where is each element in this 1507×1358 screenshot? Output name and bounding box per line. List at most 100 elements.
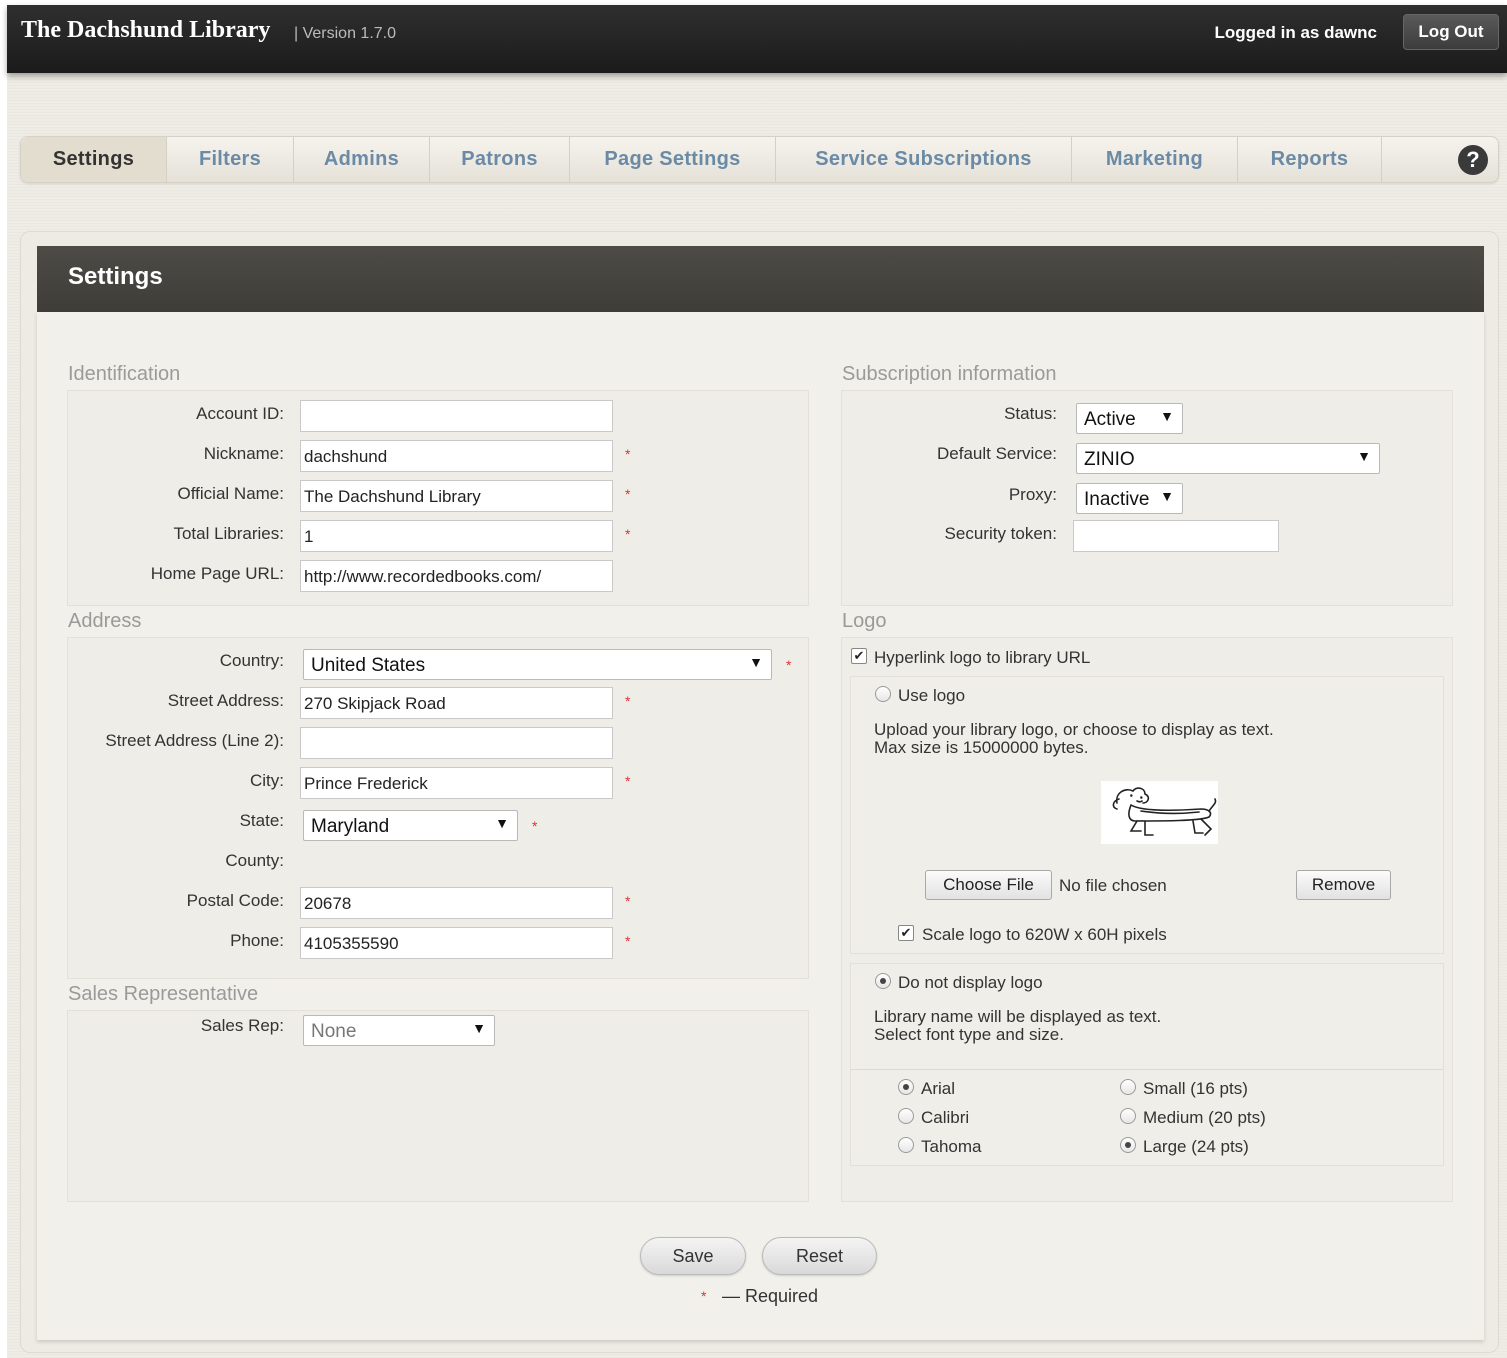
- font-arial-radio[interactable]: [898, 1079, 914, 1095]
- postal-code-label: Postal Code:: [186, 891, 284, 910]
- chevron-down-icon: ▼: [472, 1020, 486, 1036]
- required-marker: *: [625, 446, 631, 462]
- app-brand[interactable]: The Dachshund Library: [21, 17, 270, 44]
- top-bar: The Dachshund Library | Version 1.7.0 Lo…: [7, 5, 1507, 73]
- remove-logo-button[interactable]: Remove: [1296, 870, 1391, 900]
- panel-title: Settings: [37, 246, 1484, 312]
- text-info-line-1: Library name will be displayed as text.: [874, 1007, 1162, 1026]
- postal-code-input[interactable]: 20678: [300, 887, 613, 919]
- state-value: Maryland: [311, 816, 390, 837]
- size-large-label: Large (24 pts): [1143, 1137, 1249, 1156]
- street2-input[interactable]: [300, 727, 613, 759]
- sales-rep-select[interactable]: None ▼: [303, 1015, 495, 1046]
- no-logo-label: Do not display logo: [898, 973, 1043, 992]
- font-calibri-label: Calibri: [921, 1108, 970, 1127]
- city-input[interactable]: Prince Frederick: [300, 767, 613, 799]
- text-info-line-2: Select font type and size.: [874, 1025, 1064, 1044]
- use-logo-radio[interactable]: [875, 686, 891, 702]
- country-value: United States: [311, 655, 426, 676]
- status-select[interactable]: Active ▼: [1076, 403, 1183, 434]
- chevron-down-icon: ▼: [749, 654, 763, 670]
- address-title: Address: [68, 610, 142, 632]
- total-libraries-input[interactable]: 1: [300, 520, 613, 552]
- default-service-select[interactable]: ZINIO ▼: [1076, 443, 1380, 474]
- county-label: County:: [225, 851, 284, 870]
- no-logo-radio[interactable]: [875, 973, 891, 989]
- phone-label: Phone:: [230, 931, 284, 950]
- required-marker: *: [786, 657, 792, 673]
- help-icon[interactable]: ?: [1458, 145, 1488, 175]
- reset-button[interactable]: Reset: [762, 1237, 877, 1275]
- chevron-down-icon: ▼: [1160, 408, 1174, 424]
- total-libraries-label: Total Libraries:: [173, 524, 284, 543]
- font-calibri-radio[interactable]: [898, 1108, 914, 1124]
- required-marker: *: [625, 893, 631, 909]
- sales-rep-title: Sales Representative: [68, 983, 259, 1005]
- scale-logo-checkbox[interactable]: ✔: [898, 925, 914, 941]
- tab-filters[interactable]: Filters: [167, 137, 294, 182]
- default-service-value: ZINIO: [1084, 449, 1135, 470]
- street-label: Street Address:: [167, 691, 284, 710]
- tab-page-settings[interactable]: Page Settings: [570, 137, 776, 182]
- security-token-input[interactable]: [1073, 520, 1279, 552]
- street-input[interactable]: 270 Skipjack Road: [300, 687, 613, 719]
- subscription-title: Subscription information: [842, 363, 1057, 385]
- phone-input[interactable]: 4105355590: [300, 927, 613, 959]
- country-label: Country:: [219, 651, 284, 670]
- required-marker: *: [625, 486, 631, 502]
- official-name-input[interactable]: The Dachshund Library: [300, 480, 613, 512]
- tab-marketing[interactable]: Marketing: [1072, 137, 1238, 182]
- save-button[interactable]: Save: [640, 1237, 746, 1275]
- tab-patrons[interactable]: Patrons: [430, 137, 570, 182]
- home-page-url-label: Home Page URL:: [150, 564, 284, 583]
- chevron-down-icon: ▼: [1160, 488, 1174, 504]
- account-id-input[interactable]: [300, 400, 613, 432]
- no-logo-box: [850, 963, 1444, 1166]
- home-page-url-input[interactable]: http://www.recordedbooks.com/: [300, 560, 613, 592]
- font-tahoma-label: Tahoma: [921, 1137, 982, 1156]
- proxy-select[interactable]: Inactive ▼: [1076, 483, 1183, 514]
- country-select[interactable]: United States ▼: [303, 649, 772, 680]
- size-medium-label: Medium (20 pts): [1143, 1108, 1266, 1127]
- hyperlink-logo-label: Hyperlink logo to library URL: [874, 648, 1091, 667]
- font-arial-label: Arial: [921, 1079, 956, 1098]
- dachshund-logo-image: [1101, 781, 1218, 844]
- status-value: Active: [1084, 409, 1136, 430]
- upload-text-line-2: Max size is 15000000 bytes.: [874, 738, 1089, 757]
- required-marker: *: [625, 526, 631, 542]
- logged-in-user: Logged in as dawnc: [1214, 23, 1377, 42]
- tab-reports[interactable]: Reports: [1238, 137, 1382, 182]
- logout-button[interactable]: Log Out: [1403, 14, 1499, 50]
- upload-instructions: Upload your library logo, or choose to d…: [874, 721, 1274, 757]
- font-options-divider: [851, 1069, 1443, 1070]
- nickname-label: Nickname:: [203, 444, 284, 463]
- identification-title: Identification: [68, 363, 181, 385]
- size-large-radio[interactable]: [1120, 1137, 1136, 1153]
- hyperlink-logo-checkbox[interactable]: ✔: [851, 648, 867, 664]
- state-select[interactable]: Maryland ▼: [303, 810, 518, 841]
- size-medium-radio[interactable]: [1120, 1108, 1136, 1124]
- required-marker: *: [625, 773, 631, 789]
- tab-service-subscriptions[interactable]: Service Subscriptions: [776, 137, 1072, 182]
- nickname-input[interactable]: dachshund: [300, 440, 613, 472]
- dachshund-logo-drawing: [1112, 787, 1217, 836]
- size-small-radio[interactable]: [1120, 1079, 1136, 1095]
- main-nav: Settings Filters Admins Patrons Page Set…: [20, 136, 1499, 183]
- chevron-down-icon: ▼: [1357, 448, 1371, 464]
- status-label: Status:: [1004, 404, 1057, 423]
- no-file-chosen-text: No file chosen: [1059, 876, 1167, 895]
- default-service-label: Default Service:: [937, 444, 1057, 463]
- font-tahoma-radio[interactable]: [898, 1137, 914, 1153]
- scale-logo-label: Scale logo to 620W x 60H pixels: [922, 925, 1167, 944]
- account-id-label: Account ID:: [196, 404, 284, 423]
- app-version: | Version 1.7.0: [294, 25, 396, 42]
- upload-text-line-1: Upload your library logo, or choose to d…: [874, 720, 1274, 739]
- official-name-label: Official Name:: [177, 484, 284, 503]
- choose-file-button[interactable]: Choose File: [925, 870, 1052, 900]
- required-legend-text: — Required: [722, 1286, 819, 1306]
- tab-settings[interactable]: Settings: [21, 137, 167, 182]
- sales-rep-label: Sales Rep:: [200, 1016, 284, 1035]
- required-marker: *: [625, 693, 631, 709]
- tab-admins[interactable]: Admins: [294, 137, 430, 182]
- sales-rep-value: None: [311, 1021, 357, 1042]
